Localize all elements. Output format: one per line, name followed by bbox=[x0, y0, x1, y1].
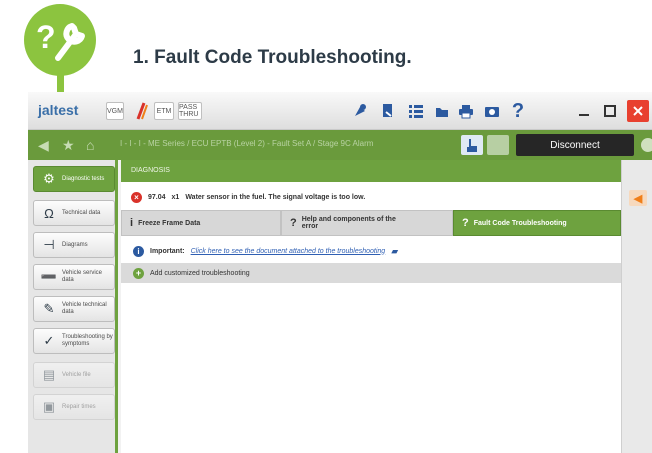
important-label: Important: bbox=[150, 247, 185, 255]
fault-code-row[interactable]: × 97.04 x1 Water sensor in the fuel. The… bbox=[131, 189, 611, 205]
help-tab-icon: ? bbox=[290, 217, 297, 229]
fault-description: Water sensor in the fuel. The signal vol… bbox=[185, 193, 366, 201]
add-icon: + bbox=[133, 267, 144, 279]
jaltest-logo: jaltest bbox=[38, 102, 79, 118]
attachment-icon: ▰ bbox=[391, 245, 399, 256]
tab-help-and-components[interactable]: ? Help and components of the error bbox=[281, 210, 453, 236]
add-custom-troubleshooting-label: Add customized troubleshooting bbox=[150, 269, 250, 277]
document-link[interactable]: Click here to see the document attached … bbox=[191, 248, 386, 255]
collapse-arrow-icon[interactable]: ◀ bbox=[629, 190, 647, 206]
home-icon[interactable]: ⌂ bbox=[86, 137, 94, 153]
question-wrench-badge: ? bbox=[24, 4, 96, 76]
navigation-bar: ◀ ★ ⌂ I - I - I - ME Series / ECU EPTB (… bbox=[28, 130, 652, 160]
sidebar-item-diagnosis[interactable]: ⚙ Diagnostic tests bbox=[33, 166, 115, 192]
sidebar-item-troubleshooting-by-symptoms[interactable]: ✓ Troubleshooting by symptoms bbox=[33, 328, 115, 354]
help-icon[interactable]: ? bbox=[508, 100, 528, 122]
troubleshoot-icon: ? bbox=[462, 217, 469, 229]
star-icon[interactable]: ★ bbox=[62, 137, 75, 154]
svg-text:?: ? bbox=[36, 19, 56, 55]
minimize-button[interactable] bbox=[573, 100, 595, 122]
sidebar-item-service-data[interactable]: ➖ Vehicle service data bbox=[33, 264, 115, 290]
technical-icon: ✎ bbox=[43, 301, 55, 316]
folder-icon[interactable] bbox=[432, 100, 452, 122]
page-title: 1. Fault Code Troubleshooting. bbox=[133, 47, 412, 68]
tools-icon[interactable] bbox=[132, 100, 152, 122]
print-icon[interactable] bbox=[456, 100, 476, 122]
freeze-icon: i bbox=[130, 217, 134, 229]
sidebar-item-technical-data[interactable]: Ω Technical data bbox=[33, 200, 115, 226]
fault-tabs: i Freeze Frame Data ? Help and component… bbox=[121, 210, 621, 236]
sidebar: ⚙ Diagnostic tests Ω Technical data ⊣ Di… bbox=[28, 160, 118, 453]
list-icon[interactable] bbox=[406, 100, 426, 122]
diagram-icon: ⊣ bbox=[43, 237, 55, 252]
question-wrench-icon: ? bbox=[36, 19, 85, 61]
add-custom-troubleshooting-row[interactable]: + Add customized troubleshooting bbox=[121, 263, 621, 283]
close-button[interactable] bbox=[627, 100, 649, 122]
sidebar-item-repair-times[interactable]: ▣ Repair times bbox=[33, 394, 115, 420]
top-toolbar: jaltest VGM ETM PASS THRU ? bbox=[28, 92, 652, 130]
vgm-chip[interactable]: VGM bbox=[106, 102, 124, 120]
back-arrow-icon[interactable]: ◀ bbox=[38, 137, 49, 154]
repair-icon: ▣ bbox=[42, 399, 56, 414]
symptom-icon: ✓ bbox=[43, 333, 55, 348]
ohm-icon: Ω bbox=[44, 205, 54, 221]
pass-thru-chip[interactable]: PASS THRU bbox=[178, 102, 202, 120]
tab-fault-code-troubleshooting[interactable]: ? Fault Code Troubleshooting bbox=[453, 210, 621, 236]
maximize-button[interactable] bbox=[599, 100, 621, 122]
camera-icon[interactable] bbox=[482, 100, 502, 122]
app-window: jaltest VGM ETM PASS THRU ? ◀ ★ ⌂ I - I … bbox=[28, 92, 652, 453]
tab-freeze-frame-data[interactable]: i Freeze Frame Data bbox=[121, 210, 281, 236]
close-icon bbox=[633, 106, 643, 116]
secondary-button[interactable] bbox=[487, 135, 509, 155]
file-icon: ▤ bbox=[42, 367, 56, 382]
section-title: DIAGNOSIS bbox=[121, 160, 621, 182]
service-icon: ➖ bbox=[40, 269, 58, 284]
document-icon[interactable] bbox=[378, 100, 398, 122]
fault-count: x1 bbox=[171, 193, 180, 201]
sidebar-item-vehicle-file[interactable]: ▤ Vehicle file bbox=[33, 362, 115, 388]
etm-chip[interactable]: ETM bbox=[154, 102, 174, 120]
diagnosis-icon: ⚙ bbox=[43, 171, 55, 186]
plug-icon[interactable] bbox=[350, 100, 370, 122]
important-notice: i Important: Click here to see the docum… bbox=[121, 242, 621, 260]
info-icon: i bbox=[133, 245, 144, 257]
sidebar-item-diagrams[interactable]: ⊣ Diagrams bbox=[33, 232, 115, 258]
hand-pointer-button[interactable] bbox=[461, 135, 483, 155]
disconnect-button[interactable]: Disconnect bbox=[516, 134, 634, 156]
sidebar-item-vehicle-technical-data[interactable]: ✎ Vehicle technical data bbox=[33, 296, 115, 322]
status-indicator bbox=[641, 138, 652, 152]
breadcrumb: I - I - I - ME Series / ECU EPTB (Level … bbox=[120, 139, 374, 148]
main-panel: DIAGNOSIS ◀ × 97.04 x1 Water sensor in t… bbox=[121, 160, 652, 453]
error-icon: × bbox=[131, 191, 142, 203]
fault-code: 97.04 bbox=[148, 193, 166, 201]
hand-pointer-icon bbox=[467, 139, 477, 152]
